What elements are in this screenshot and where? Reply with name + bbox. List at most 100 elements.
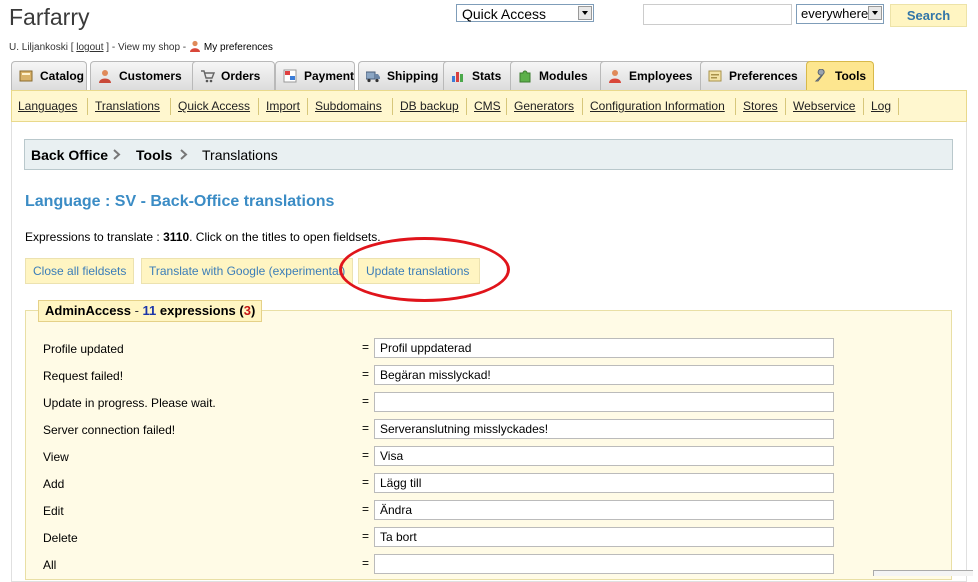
my-preferences-link[interactable]: My preferences [204, 42, 273, 53]
subnav-cms[interactable]: CMS [474, 99, 501, 113]
fieldset-expressions-word: expressions ( [156, 303, 244, 318]
quick-access-select[interactable]: Quick Access [456, 4, 594, 22]
translation-label: Server connection failed! [43, 423, 176, 437]
resize-handle[interactable] [873, 570, 973, 576]
person-icon [609, 70, 621, 83]
subnav-divider [898, 98, 899, 115]
tab-label: Orders [221, 69, 261, 83]
chevron-down-icon[interactable] [868, 6, 882, 20]
tab-shipping[interactable]: Shipping [358, 61, 451, 90]
translation-input[interactable] [374, 419, 834, 439]
breadcrumb-tools[interactable]: Tools [136, 147, 172, 163]
subnav-db-backup[interactable]: DB backup [400, 99, 459, 113]
translation-input[interactable] [374, 365, 834, 385]
catalog-icon [19, 70, 33, 82]
close-all-fieldsets-button[interactable]: Close all fieldsets [25, 258, 135, 284]
subnav-subdomains[interactable]: Subdomains [315, 99, 382, 113]
expressions-suffix: . Click on the titles to open fieldsets. [189, 230, 381, 244]
search-input[interactable] [643, 4, 792, 25]
translation-input[interactable] [374, 527, 834, 547]
tab-label: Shipping [387, 69, 439, 83]
fieldset-expression-count: 11 [142, 303, 157, 318]
breadcrumb: Back Office Tools Translations [24, 139, 953, 170]
subnav-import[interactable]: Import [266, 99, 300, 113]
subnav-divider [307, 98, 308, 115]
subnav-divider [466, 98, 467, 115]
tab-preferences[interactable]: Preferences [700, 61, 812, 90]
translation-input[interactable] [374, 446, 834, 466]
tab-employees[interactable]: Employees [600, 61, 708, 90]
payment-icon [283, 69, 297, 83]
cart-icon [201, 70, 215, 83]
logout-link[interactable]: logout [76, 42, 103, 53]
tab-label: Modules [539, 69, 588, 83]
subnav-log[interactable]: Log [871, 99, 891, 113]
fieldset-name: AdminAccess [45, 303, 131, 318]
person-icon [189, 40, 200, 52]
bracket-open: [ [67, 42, 77, 53]
chevron-down-icon[interactable] [578, 6, 592, 20]
tab-tools[interactable]: Tools [806, 61, 874, 90]
equals-sign: = [362, 421, 370, 435]
subnav-divider [392, 98, 393, 115]
highlight-circle [339, 237, 510, 302]
view-shop-link[interactable]: ] - View my shop - [104, 42, 189, 53]
subnav-webservice[interactable]: Webservice [793, 99, 855, 113]
tab-label: Catalog [40, 69, 85, 83]
translation-label: Profile updated [43, 342, 124, 356]
translation-label: View [43, 450, 69, 464]
translate-with-google-button[interactable]: Translate with Google (experimental) [141, 258, 354, 284]
translation-input[interactable] [374, 554, 834, 574]
fieldset-legend[interactable]: AdminAccess - 11 expressions (3) [38, 300, 263, 322]
equals-sign: = [362, 529, 370, 543]
breadcrumb-back-office[interactable]: Back Office [31, 147, 108, 163]
tab-label: Payment [304, 69, 355, 83]
puzzle-icon [519, 70, 531, 83]
subnav-stores[interactable]: Stores [743, 99, 778, 113]
expressions-prefix: Expressions to translate : [25, 230, 164, 244]
subnav-generators[interactable]: Generators [514, 99, 574, 113]
tools-subnav: Languages Translations Quick Access Impo… [11, 90, 967, 122]
equals-sign: = [362, 367, 370, 381]
translation-label: Delete [43, 531, 78, 545]
wrench-icon [814, 69, 825, 82]
breadcrumb-translations: Translations [202, 147, 278, 163]
subnav-divider [170, 98, 171, 115]
equals-sign: = [362, 394, 370, 408]
translation-input[interactable] [374, 473, 834, 493]
shop-name: Farfarry [9, 4, 90, 30]
chevron-right-icon [113, 149, 121, 160]
tab-customers[interactable]: Customers [90, 61, 201, 90]
tab-label: Customers [119, 69, 182, 83]
subnav-quick-access[interactable]: Quick Access [178, 99, 250, 113]
tab-catalog[interactable]: Catalog [11, 61, 87, 90]
tab-label: Preferences [729, 69, 798, 83]
chevron-right-icon [180, 149, 188, 160]
truck-icon [366, 71, 380, 83]
tab-stats[interactable]: Stats [443, 61, 518, 90]
tab-payment[interactable]: Payment [275, 61, 355, 90]
subnav-divider [582, 98, 583, 115]
fieldset-dash: - [130, 303, 143, 318]
translation-input[interactable] [374, 338, 834, 358]
search-button[interactable]: Search [890, 4, 967, 27]
translation-label: All [43, 558, 57, 572]
tab-orders[interactable]: Orders [192, 61, 275, 90]
search-scope-select[interactable]: everywhere [796, 4, 884, 24]
expressions-count: 3110 [163, 230, 190, 244]
subnav-divider [506, 98, 507, 115]
translation-label: Update in progress. Please wait. [43, 396, 216, 410]
translation-input[interactable] [374, 392, 834, 412]
customers-icon [99, 70, 111, 83]
equals-sign: = [362, 502, 370, 516]
tab-modules[interactable]: Modules [510, 61, 607, 90]
fieldset-close-paren: ) [250, 303, 256, 318]
subnav-configuration-information[interactable]: Configuration Information [590, 99, 725, 113]
translation-input[interactable] [374, 500, 834, 520]
subnav-divider [735, 98, 736, 115]
fieldset-missing-count: 3 [243, 303, 251, 318]
user-name: U. Liljankoski [9, 42, 68, 53]
subnav-translations[interactable]: Translations [95, 99, 160, 113]
subnav-languages[interactable]: Languages [18, 99, 77, 113]
preferences-icon [708, 70, 722, 82]
